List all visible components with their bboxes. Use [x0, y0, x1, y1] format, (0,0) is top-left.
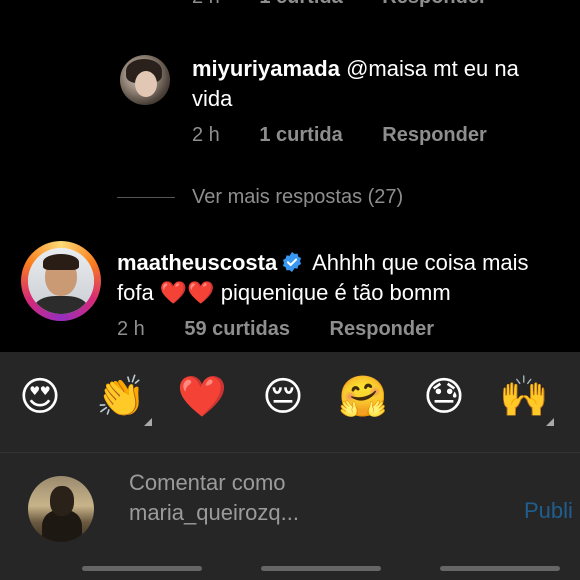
reply-username[interactable]: miyuriyamada: [192, 56, 340, 81]
system-nav-handle: [82, 566, 202, 571]
main-comment-text: maatheuscosta Ahhhh que coisa mais fofa …: [117, 248, 567, 308]
reaction-heart-eyes[interactable]: 😍: [13, 370, 67, 424]
system-nav-handle: [440, 566, 560, 571]
view-more-divider: [117, 197, 175, 198]
comment-input[interactable]: Comentar como maria_queirozq...: [129, 468, 389, 528]
main-reply-button[interactable]: Responder: [330, 318, 434, 340]
publish-button[interactable]: Publi: [524, 498, 573, 524]
commenter-avatar[interactable]: [28, 248, 94, 314]
previous-comment-likes[interactable]: 1 curtida: [259, 0, 342, 8]
reply-comment-meta: 2 h 1 curtida Responder: [192, 124, 487, 147]
reaction-red-heart[interactable]: ❤️: [175, 370, 229, 424]
main-body-part2: piquenique é tão bomm: [214, 280, 451, 305]
current-user-avatar: [28, 476, 94, 542]
verified-badge-icon: [283, 251, 302, 273]
reply-mention[interactable]: @maisa: [346, 56, 427, 81]
reaction-sweat[interactable]: 😓: [417, 370, 471, 424]
hearts-emoji: ❤️❤️: [159, 280, 215, 305]
emoji-skin-tone-indicator-icon: [144, 418, 152, 426]
system-nav-handle: [261, 566, 381, 571]
previous-comment-time: 2 h: [192, 0, 220, 8]
main-time: 2 h: [117, 318, 145, 340]
reply-likes[interactable]: 1 curtida: [259, 124, 342, 146]
composer-divider: [0, 452, 580, 453]
reply-avatar[interactable]: [120, 55, 170, 105]
previous-comment-meta: 2 h 1 curtida Responder: [192, 0, 521, 9]
reaction-raised-hands[interactable]: 🙌: [497, 370, 551, 424]
view-more-replies-button[interactable]: Ver mais respostas (27): [192, 186, 403, 209]
main-likes[interactable]: 59 curtidas: [184, 318, 290, 340]
reaction-hug[interactable]: 🤗: [336, 370, 390, 424]
main-comment-meta: 2 h 59 curtidas Responder: [117, 318, 434, 341]
emoji-skin-tone-indicator-icon: [546, 418, 554, 426]
reply-reply-button[interactable]: Responder: [382, 124, 486, 146]
reply-comment-text: miyuriyamada @maisa mt eu na vida: [192, 54, 552, 114]
reaction-clap[interactable]: 👏: [94, 370, 148, 424]
main-username[interactable]: maatheuscosta: [117, 250, 277, 275]
reply-time: 2 h: [192, 124, 220, 146]
reaction-pensive[interactable]: 😔: [256, 370, 310, 424]
previous-comment-reply-button[interactable]: Responder: [382, 0, 486, 8]
